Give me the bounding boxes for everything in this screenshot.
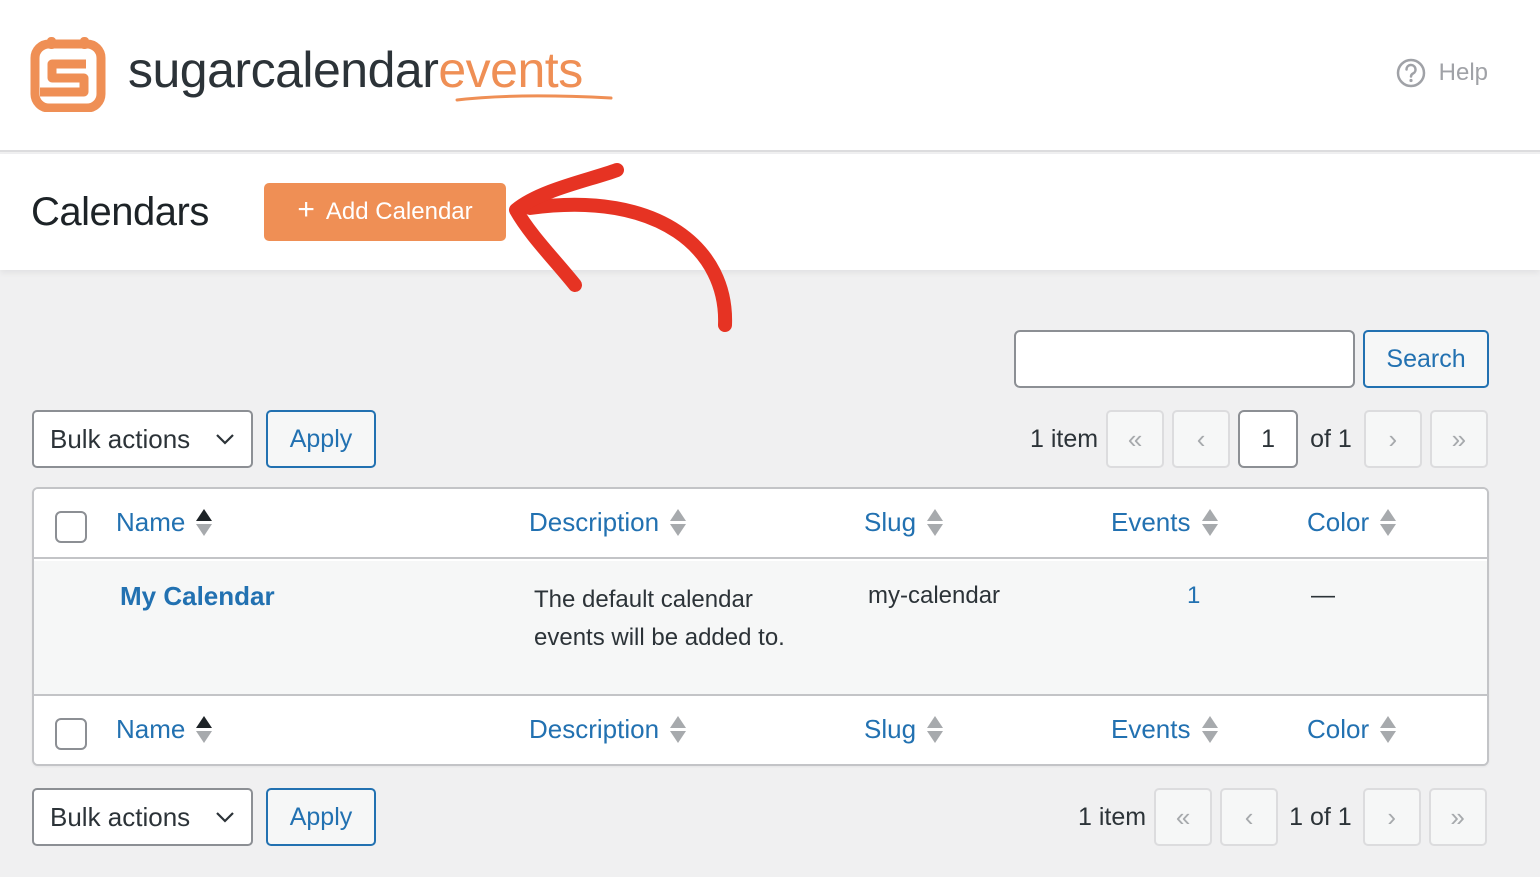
column-footer-events[interactable]: Events — [1111, 714, 1218, 745]
current-page-input[interactable] — [1238, 410, 1299, 468]
column-label: Name — [116, 507, 186, 537]
first-page-button[interactable]: « — [1106, 410, 1165, 468]
column-label: Slug — [864, 714, 917, 744]
column-label: Description — [529, 714, 660, 744]
pagination-bottom: 1 item « ‹ 1 of 1 › » — [1078, 788, 1487, 846]
column-footer-name[interactable]: Name — [116, 714, 213, 745]
help-link[interactable]: Help — [1396, 58, 1488, 88]
search-button[interactable]: Search — [1363, 330, 1489, 388]
last-page-button[interactable]: » — [1428, 788, 1487, 846]
top-bar: sugarcalendarevents Help — [0, 0, 1540, 152]
select-all-checkbox-footer[interactable] — [55, 718, 87, 750]
sugar-calendar-logo-icon — [30, 37, 106, 112]
page-total: of 1 — [1310, 424, 1352, 453]
bulk-actions-label: Bulk actions — [50, 423, 191, 454]
page-header: Calendars + Add Calendar — [0, 154, 1540, 270]
sort-icon — [1380, 509, 1397, 536]
brand-name-part2: events — [438, 42, 583, 98]
page-title: Calendars — [31, 190, 209, 234]
column-header-description[interactable]: Description — [529, 507, 687, 538]
sort-icon — [1380, 716, 1397, 743]
sort-icon — [670, 716, 687, 743]
column-label: Name — [116, 714, 186, 744]
add-calendar-button[interactable]: + Add Calendar — [264, 183, 506, 241]
prev-page-button[interactable]: ‹ — [1220, 788, 1279, 846]
column-header-events[interactable]: Events — [1111, 507, 1218, 538]
item-count: 1 item — [1030, 424, 1099, 453]
sort-ascending-icon — [196, 716, 213, 743]
events-count-link[interactable]: 1 — [1187, 582, 1200, 609]
last-page-button[interactable]: » — [1429, 410, 1488, 468]
column-header-slug[interactable]: Slug — [864, 507, 944, 538]
column-label: Slug — [864, 507, 917, 537]
sort-icon — [927, 716, 944, 743]
select-all-checkbox[interactable] — [55, 511, 87, 543]
sort-icon — [927, 509, 944, 536]
first-page-button[interactable]: « — [1154, 788, 1213, 846]
calendar-slug: my-calendar — [868, 582, 1001, 609]
brand-name: sugarcalendarevents — [128, 45, 583, 95]
add-calendar-label: Add Calendar — [325, 198, 473, 225]
bulk-actions-label: Bulk actions — [50, 801, 191, 832]
calendar-name-link[interactable]: My Calendar — [120, 581, 275, 611]
prev-page-button[interactable]: ‹ — [1172, 410, 1231, 468]
bulk-actions-select-bottom[interactable]: Bulk actions — [32, 788, 253, 846]
table-header: Name Description Slug Events Color — [34, 489, 1487, 559]
column-footer-color[interactable]: Color — [1307, 714, 1397, 745]
sort-ascending-icon — [196, 509, 213, 536]
help-label: Help — [1438, 59, 1488, 86]
column-label: Events — [1111, 507, 1191, 537]
column-label: Color — [1307, 714, 1370, 744]
pagination-top: 1 item « ‹ of 1 › » — [1030, 410, 1488, 468]
page-status: 1 of 1 — [1289, 802, 1352, 831]
sort-icon — [1201, 509, 1218, 536]
brand-underline-swoosh — [455, 94, 613, 102]
column-header-name[interactable]: Name — [116, 507, 213, 538]
column-label: Description — [529, 507, 660, 537]
red-arrow-annotation — [509, 163, 733, 332]
calendar-color: — — [1311, 582, 1335, 609]
search-input[interactable] — [1014, 330, 1355, 388]
brand-name-part1: sugarcalendar — [128, 42, 439, 98]
description-line: events will be added to. — [534, 624, 785, 651]
column-footer-description[interactable]: Description — [529, 714, 687, 745]
table-row: My Calendar The default calendar events … — [34, 561, 1487, 694]
next-page-button[interactable]: › — [1363, 410, 1422, 468]
column-label: Color — [1307, 507, 1370, 537]
sort-icon — [670, 509, 687, 536]
plus-icon: + — [297, 193, 315, 226]
calendar-description: The default calendar events will be adde… — [534, 581, 785, 657]
bulk-actions-select-top[interactable]: Bulk actions — [32, 410, 253, 468]
description-line: The default calendar — [534, 586, 753, 613]
sort-icon — [1201, 716, 1218, 743]
column-header-color[interactable]: Color — [1307, 507, 1397, 538]
chevron-down-icon — [216, 812, 234, 823]
column-footer-slug[interactable]: Slug — [864, 714, 944, 745]
item-count: 1 item — [1078, 802, 1147, 831]
table-footer: Name Description Slug Events Color — [34, 694, 1487, 764]
next-page-button[interactable]: › — [1362, 788, 1421, 846]
apply-button-top[interactable]: Apply — [266, 410, 376, 468]
chevron-down-icon — [216, 434, 234, 445]
calendars-table: Name Description Slug Events Color My Ca… — [32, 487, 1489, 766]
apply-button-bottom[interactable]: Apply — [266, 788, 376, 846]
question-circle-icon — [1396, 58, 1425, 88]
column-label: Events — [1111, 714, 1191, 744]
